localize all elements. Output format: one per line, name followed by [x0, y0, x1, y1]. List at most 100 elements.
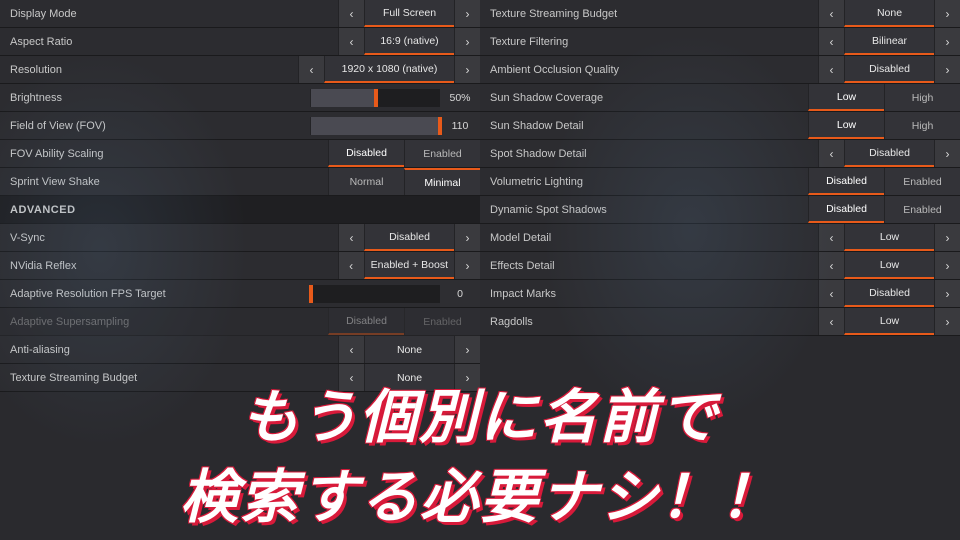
chevron-left-icon[interactable]: ‹ — [818, 252, 844, 279]
chevron-right-icon[interactable]: › — [934, 224, 960, 251]
setting-label: Sun Shadow Coverage — [490, 92, 808, 104]
setting-row-dynamic-spot-shadows: Dynamic Spot ShadowsDisabledEnabled — [480, 196, 960, 224]
setting-row-v-sync: V-Sync‹Disabled› — [0, 224, 480, 252]
chevron-left-icon[interactable]: ‹ — [338, 28, 364, 55]
option-low[interactable]: Low — [808, 84, 884, 111]
setting-label: Volumetric Lighting — [490, 176, 808, 188]
chevron-right-icon[interactable]: › — [454, 336, 480, 363]
setting-label: Aspect Ratio — [10, 36, 338, 48]
chevron-left-icon[interactable]: ‹ — [338, 252, 364, 279]
setting-value[interactable]: None — [364, 336, 454, 363]
setting-label: FOV Ability Scaling — [10, 148, 328, 160]
setting-value[interactable]: 16:9 (native) — [364, 28, 454, 55]
chevron-left-icon[interactable]: ‹ — [338, 224, 364, 251]
option-low[interactable]: Low — [808, 112, 884, 139]
setting-row-display-mode: Display Mode‹Full Screen› — [0, 0, 480, 28]
option-minimal[interactable]: Minimal — [404, 168, 480, 195]
chevron-left-icon[interactable]: ‹ — [818, 308, 844, 335]
chevron-left-icon[interactable]: ‹ — [818, 280, 844, 307]
chevron-left-icon[interactable]: ‹ — [818, 28, 844, 55]
slider-track[interactable] — [310, 117, 440, 135]
setting-value[interactable]: Disabled — [844, 280, 934, 307]
setting-label: Adaptive Supersampling — [10, 316, 328, 328]
setting-label: Ambient Occlusion Quality — [490, 64, 818, 76]
chevron-left-icon[interactable]: ‹ — [818, 140, 844, 167]
option-disabled[interactable]: Disabled — [808, 196, 884, 223]
slider-track[interactable] — [310, 285, 440, 303]
option-disabled[interactable]: Disabled — [808, 168, 884, 195]
setting-label: ADVANCED — [10, 204, 480, 216]
setting-row-resolution: Resolution‹1920 x 1080 (native)› — [0, 56, 480, 84]
chevron-right-icon[interactable]: › — [934, 308, 960, 335]
setting-value[interactable]: Disabled — [364, 224, 454, 251]
chevron-right-icon[interactable]: › — [454, 252, 480, 279]
setting-value[interactable]: None — [844, 0, 934, 27]
setting-label: Field of View (FOV) — [10, 120, 310, 132]
setting-row-brightness: Brightness50% — [0, 84, 480, 112]
option-disabled[interactable]: Disabled — [328, 140, 404, 167]
setting-row-impact-marks: Impact Marks‹Disabled› — [480, 280, 960, 308]
setting-row-aspect-ratio: Aspect Ratio‹16:9 (native)› — [0, 28, 480, 56]
setting-value[interactable]: Disabled — [844, 56, 934, 83]
chevron-right-icon[interactable]: › — [934, 252, 960, 279]
setting-row-texture-streaming-budget: Texture Streaming Budget‹None› — [480, 0, 960, 28]
chevron-right-icon[interactable]: › — [454, 0, 480, 27]
option-high[interactable]: High — [884, 84, 960, 111]
option-disabled[interactable]: Disabled — [328, 308, 404, 335]
chevron-right-icon[interactable]: › — [934, 28, 960, 55]
option-enabled[interactable]: Enabled — [884, 196, 960, 223]
setting-value[interactable]: Bilinear — [844, 28, 934, 55]
chevron-right-icon[interactable]: › — [454, 28, 480, 55]
option-enabled[interactable]: Enabled — [404, 308, 480, 335]
setting-label: Ragdolls — [490, 316, 818, 328]
option-high[interactable]: High — [884, 112, 960, 139]
setting-row-sun-shadow-detail: Sun Shadow DetailLowHigh — [480, 112, 960, 140]
setting-row-model-detail: Model Detail‹Low› — [480, 224, 960, 252]
setting-row-ambient-occlusion-quality: Ambient Occlusion Quality‹Disabled› — [480, 56, 960, 84]
setting-value[interactable]: Full Screen — [364, 0, 454, 27]
chevron-right-icon[interactable]: › — [934, 0, 960, 27]
slider-handle[interactable] — [374, 89, 378, 107]
setting-label: Texture Streaming Budget — [10, 372, 338, 384]
slider-readout: 110 — [440, 112, 480, 139]
setting-label: Model Detail — [490, 232, 818, 244]
slider-track[interactable] — [310, 89, 440, 107]
chevron-left-icon[interactable]: ‹ — [818, 56, 844, 83]
chevron-left-icon[interactable]: ‹ — [338, 364, 364, 391]
chevron-right-icon[interactable]: › — [454, 224, 480, 251]
chevron-right-icon[interactable]: › — [934, 56, 960, 83]
setting-value[interactable]: Low — [844, 308, 934, 335]
chevron-left-icon[interactable]: ‹ — [338, 0, 364, 27]
setting-label: Texture Streaming Budget — [490, 8, 818, 20]
setting-value[interactable]: None — [364, 364, 454, 391]
setting-value[interactable]: Enabled + Boost — [364, 252, 454, 279]
setting-label: Display Mode — [10, 8, 338, 20]
chevron-left-icon[interactable]: ‹ — [818, 224, 844, 251]
chevron-right-icon[interactable]: › — [454, 364, 480, 391]
option-enabled[interactable]: Enabled — [404, 140, 480, 167]
setting-row-anti-aliasing: Anti-aliasing‹None› — [0, 336, 480, 364]
setting-label: Dynamic Spot Shadows — [490, 204, 808, 216]
setting-label: Resolution — [10, 64, 298, 76]
setting-value[interactable]: Low — [844, 224, 934, 251]
chevron-right-icon[interactable]: › — [934, 280, 960, 307]
setting-value[interactable]: 1920 x 1080 (native) — [324, 56, 454, 83]
setting-value[interactable]: Disabled — [844, 140, 934, 167]
setting-label: Anti-aliasing — [10, 344, 338, 356]
chevron-right-icon[interactable]: › — [934, 140, 960, 167]
chevron-left-icon[interactable]: ‹ — [298, 56, 324, 83]
slider-handle[interactable] — [438, 117, 442, 135]
chevron-left-icon[interactable]: ‹ — [818, 0, 844, 27]
setting-label: Texture Filtering — [490, 36, 818, 48]
setting-row-sprint-view-shake: Sprint View ShakeNormalMinimal — [0, 168, 480, 196]
setting-row-texture-streaming-budget: Texture Streaming Budget‹None› — [0, 364, 480, 392]
slider-handle[interactable] — [309, 285, 313, 303]
setting-value[interactable]: Low — [844, 252, 934, 279]
chevron-left-icon[interactable]: ‹ — [338, 336, 364, 363]
option-normal[interactable]: Normal — [328, 168, 404, 195]
setting-label: Sun Shadow Detail — [490, 120, 808, 132]
chevron-right-icon[interactable]: › — [454, 56, 480, 83]
setting-label: Impact Marks — [490, 288, 818, 300]
slider-readout: 50% — [440, 84, 480, 111]
option-enabled[interactable]: Enabled — [884, 168, 960, 195]
